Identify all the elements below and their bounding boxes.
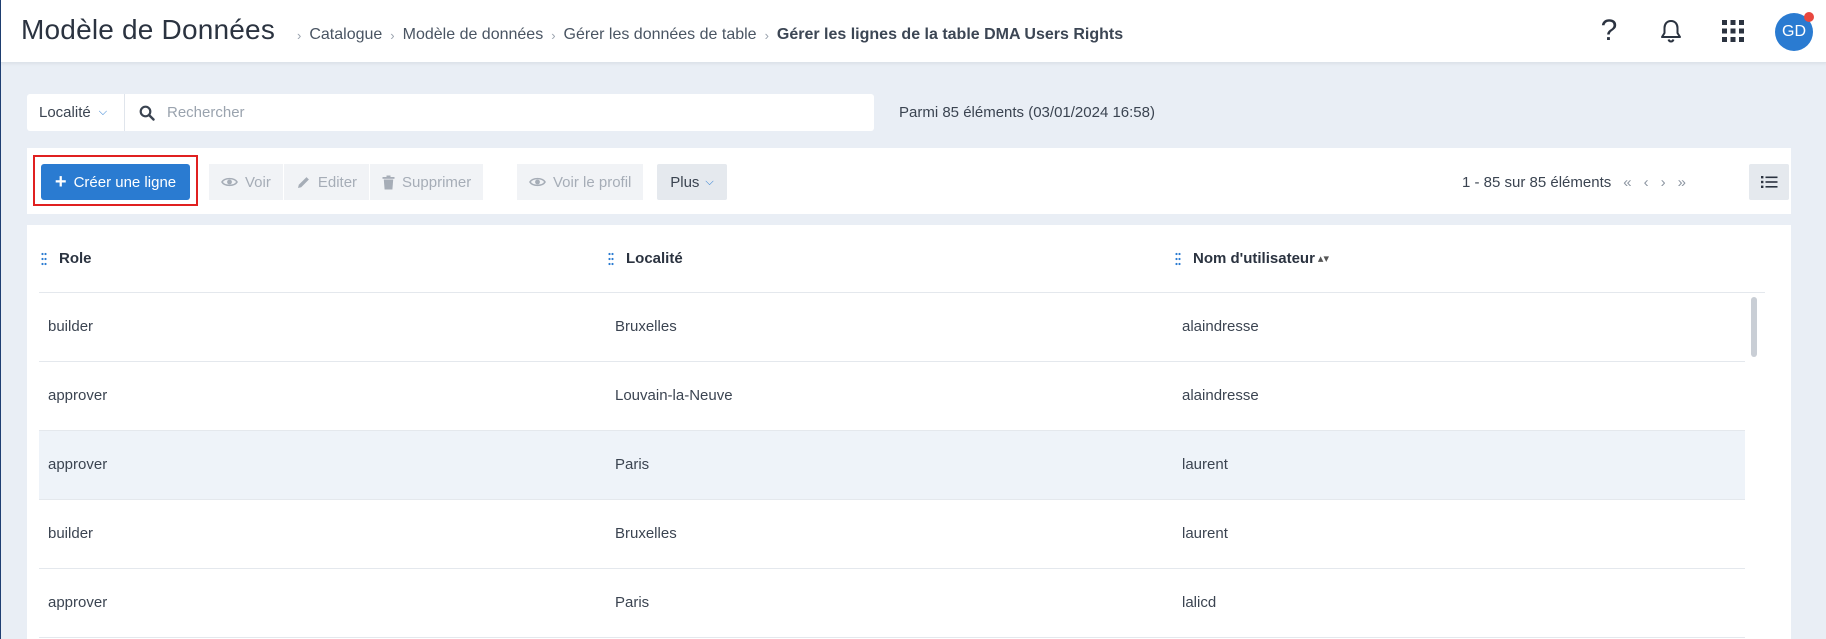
table-row[interactable]: approver Louvain-la-Neuve alaindresse <box>39 362 1745 431</box>
page-title: Modèle de Données <box>21 14 276 45</box>
top-bar: Modèle de Données › Catalogue › Modèle d… <box>1 0 1826 63</box>
first-page-icon[interactable]: « <box>1623 174 1631 191</box>
eye-icon <box>529 176 546 188</box>
result-count: Parmi 85 éléments (03/01/2024 16:58) <box>899 104 1155 121</box>
table-row-selected[interactable]: approver Paris laurent <box>39 431 1745 500</box>
more-label: Plus <box>670 173 700 191</box>
cell-role: builder <box>48 318 94 335</box>
data-table: Role Localité Nom d'utilisateur ▴▾ build… <box>27 225 1791 639</box>
breadcrumb-catalogue[interactable]: Catalogue <box>309 26 382 44</box>
edit-button[interactable]: Editer <box>283 164 371 200</box>
breadcrumb-separator-icon: › <box>390 27 395 43</box>
cell-locality: Louvain-la-Neuve <box>615 387 733 404</box>
pagination-info: 1 - 85 sur 85 éléments <box>1462 174 1612 191</box>
cell-role: approver <box>48 594 108 611</box>
breadcrumb-separator-icon: › <box>764 27 769 43</box>
cell-username: laurent <box>1182 525 1228 542</box>
last-page-icon[interactable]: » <box>1678 174 1686 191</box>
view-label: Voir <box>245 173 271 191</box>
more-dropdown-button[interactable]: Plus ⌵ <box>657 164 727 200</box>
cell-username: alaindresse <box>1182 387 1259 404</box>
search-input[interactable] <box>167 104 847 121</box>
delete-label: Supprimer <box>402 173 472 191</box>
cell-locality: Bruxelles <box>615 525 677 542</box>
apps-grid-icon[interactable] <box>1717 15 1749 47</box>
sort-icon[interactable]: ▴▾ <box>1318 252 1329 265</box>
breadcrumb-separator-icon: › <box>551 27 556 43</box>
cell-locality: Bruxelles <box>615 318 677 335</box>
column-header-username[interactable]: Nom d'utilisateur ▴▾ <box>1175 250 1329 267</box>
column-header-label: Role <box>59 250 92 267</box>
toolbar: + Créer une ligne Voir Editer Supprimer … <box>27 148 1791 214</box>
breadcrumb-current: Gérer les lignes de la table DMA Users R… <box>776 26 1124 43</box>
notification-dot <box>1804 12 1814 22</box>
column-header-label: Nom d'utilisateur <box>1193 250 1315 267</box>
table-body: builder Bruxelles alaindresse approver L… <box>39 293 1745 638</box>
bell-icon[interactable] <box>1655 15 1687 47</box>
cell-role: approver <box>48 387 108 404</box>
breadcrumb-data-model[interactable]: Modèle de données <box>403 26 544 44</box>
view-profile-label: Voir le profil <box>553 173 632 191</box>
cell-username: lalicd <box>1182 594 1217 611</box>
locality-filter-select[interactable]: Localité ⌵ <box>27 94 125 131</box>
create-button-highlight: + Créer une ligne <box>33 155 198 206</box>
edit-label: Editer <box>317 173 358 191</box>
locality-filter-label: Localité <box>39 104 91 121</box>
trash-icon <box>382 175 395 190</box>
column-header-locality[interactable]: Localité <box>608 250 683 267</box>
next-page-icon[interactable]: › <box>1661 174 1666 191</box>
column-header-role[interactable]: Role <box>41 250 92 267</box>
pencil-icon <box>296 175 311 190</box>
create-row-button[interactable]: + Créer une ligne <box>41 164 190 200</box>
table-row[interactable]: builder Bruxelles laurent <box>39 500 1745 569</box>
drag-handle-icon[interactable] <box>1175 252 1181 266</box>
profile-group: Voir le profil <box>517 164 645 200</box>
breadcrumb-table-data[interactable]: Gérer les données de table <box>564 26 757 44</box>
eye-icon <box>221 176 238 188</box>
delete-button[interactable]: Supprimer <box>370 164 485 200</box>
search-bar: Localité ⌵ <box>27 94 874 131</box>
table-scrollbar[interactable] <box>1751 297 1757 357</box>
breadcrumb: › Catalogue › Modèle de données › Gérer … <box>289 26 1123 44</box>
row-actions-group: Voir Editer Supprimer <box>209 164 485 200</box>
cell-locality: Paris <box>615 594 650 611</box>
plus-icon: + <box>54 171 67 193</box>
list-view-toggle[interactable] <box>1749 164 1789 200</box>
pagination: 1 - 85 sur 85 éléments « ‹ › » <box>1462 174 1686 191</box>
help-icon[interactable]: ? <box>1593 14 1625 47</box>
search-icon <box>139 105 155 121</box>
cell-username: laurent <box>1182 456 1228 473</box>
drag-handle-icon[interactable] <box>41 252 47 266</box>
cell-locality: Paris <box>615 456 650 473</box>
prev-page-icon[interactable]: ‹ <box>1644 174 1649 191</box>
cell-role: builder <box>48 525 94 542</box>
breadcrumb-separator-icon: › <box>297 27 302 43</box>
chevron-down-icon: ⌵ <box>98 106 108 118</box>
table-row[interactable]: approver Paris lalicd <box>39 569 1745 638</box>
create-row-label: Créer une ligne <box>73 173 177 191</box>
table-header: Role Localité Nom d'utilisateur ▴▾ <box>39 225 1765 293</box>
view-button[interactable]: Voir <box>209 164 284 200</box>
drag-handle-icon[interactable] <box>608 252 614 266</box>
column-header-label: Localité <box>626 250 683 267</box>
list-icon <box>1760 176 1777 188</box>
cell-username: alaindresse <box>1182 318 1259 335</box>
cell-role: approver <box>48 456 108 473</box>
table-row[interactable]: builder Bruxelles alaindresse <box>39 293 1745 362</box>
view-profile-button[interactable]: Voir le profil <box>517 164 645 200</box>
chevron-down-icon: ⌵ <box>705 175 714 188</box>
